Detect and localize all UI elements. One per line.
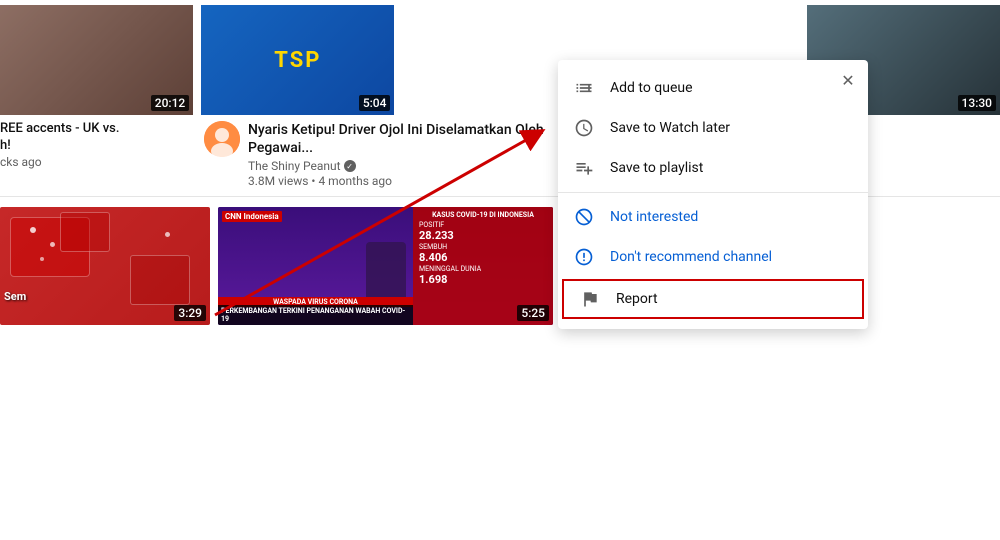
thumb-mid[interactable]: TSP 5:04 — [201, 5, 394, 115]
flag-icon — [580, 289, 600, 309]
left-video-title-2: h! — [0, 138, 196, 153]
verified-icon: ✓ — [344, 160, 356, 172]
left-video-info: REE accents - UK vs. h! cks ago — [0, 121, 200, 169]
channel-avatar — [204, 121, 240, 157]
menu-item-playlist[interactable]: Save to playlist — [558, 148, 868, 188]
menu-label-dont-recommend: Don't recommend channel — [610, 249, 772, 265]
covid-stat-title: KASUS COVID-19 DI INDONESIA — [419, 211, 547, 219]
not-interested-icon — [574, 207, 594, 227]
menu-label-not-interested: Not interested — [610, 209, 698, 225]
menu-label-add-queue: Add to queue — [610, 80, 693, 96]
menu-item-watch-later[interactable]: Save to Watch later — [558, 108, 868, 148]
main-video-title: Nyaris Ketipu! Driver Ojol Ini Diselamat… — [248, 121, 566, 157]
main-video-text: Nyaris Ketipu! Driver Ojol Ini Diselamat… — [248, 121, 566, 188]
menu-label-report: Report — [616, 291, 658, 307]
left-video-meta: cks ago — [0, 155, 196, 169]
bottom-duration-mid: 5:25 — [517, 305, 549, 321]
context-menu: Add to queue Save to Watch later Save to… — [558, 60, 868, 329]
menu-item-report[interactable]: Report — [562, 279, 864, 319]
video-stats: 3.8M views • 4 months ago — [248, 174, 566, 188]
menu-label-playlist: Save to playlist — [610, 160, 703, 176]
playlist-add-icon — [574, 158, 594, 178]
bottom-duration-left: 3:29 — [174, 305, 206, 321]
left-video-title-1: REE accents - UK vs. — [0, 121, 196, 138]
meninggal-count: 1.698 — [419, 273, 547, 286]
menu-item-add-queue[interactable]: Add to queue — [558, 68, 868, 108]
sembuh-count: 8.406 — [419, 251, 547, 264]
duration-left: 20:12 — [151, 95, 189, 111]
menu-item-not-interested[interactable]: Not interested — [558, 197, 868, 237]
bottom-thumb-mid[interactable]: KASUS COVID-19 DI INDONESIA POSITIF 28.2… — [218, 207, 553, 325]
main-video-info: Nyaris Ketipu! Driver Ojol Ini Diselamat… — [200, 121, 570, 188]
menu-divider-1 — [558, 192, 868, 193]
dont-recommend-icon — [574, 247, 594, 267]
bottom-thumb-left[interactable]: Sem 3:29 — [0, 207, 210, 325]
positif-count: 28.233 — [419, 229, 547, 242]
channel-name: The Shiny Peanut — [248, 159, 341, 173]
duration-mid: 5:04 — [359, 95, 391, 111]
duration-right: 13:30 — [958, 95, 996, 111]
covid-bottom-text: PERKEMBANGAN TERKINI PENANGANAN WABAH CO… — [218, 305, 413, 325]
cnn-logo: CNN Indonesia — [222, 211, 282, 222]
clock-icon — [574, 118, 594, 138]
channel-name-row: The Shiny Peanut ✓ — [248, 159, 566, 173]
queue-icon — [574, 78, 594, 98]
tsp-logo: TSP — [274, 48, 321, 73]
menu-label-watch-later: Save to Watch later — [610, 120, 730, 136]
thumb-left[interactable]: 20:12 — [0, 5, 193, 115]
page-container: 20:12 TSP 5:04 13:30 REE accents - UK vs… — [0, 0, 1000, 540]
menu-item-dont-recommend[interactable]: Don't recommend channel — [558, 237, 868, 277]
sem-text: Sem — [4, 290, 26, 303]
menu-close-button[interactable]: ✕ — [836, 68, 860, 92]
